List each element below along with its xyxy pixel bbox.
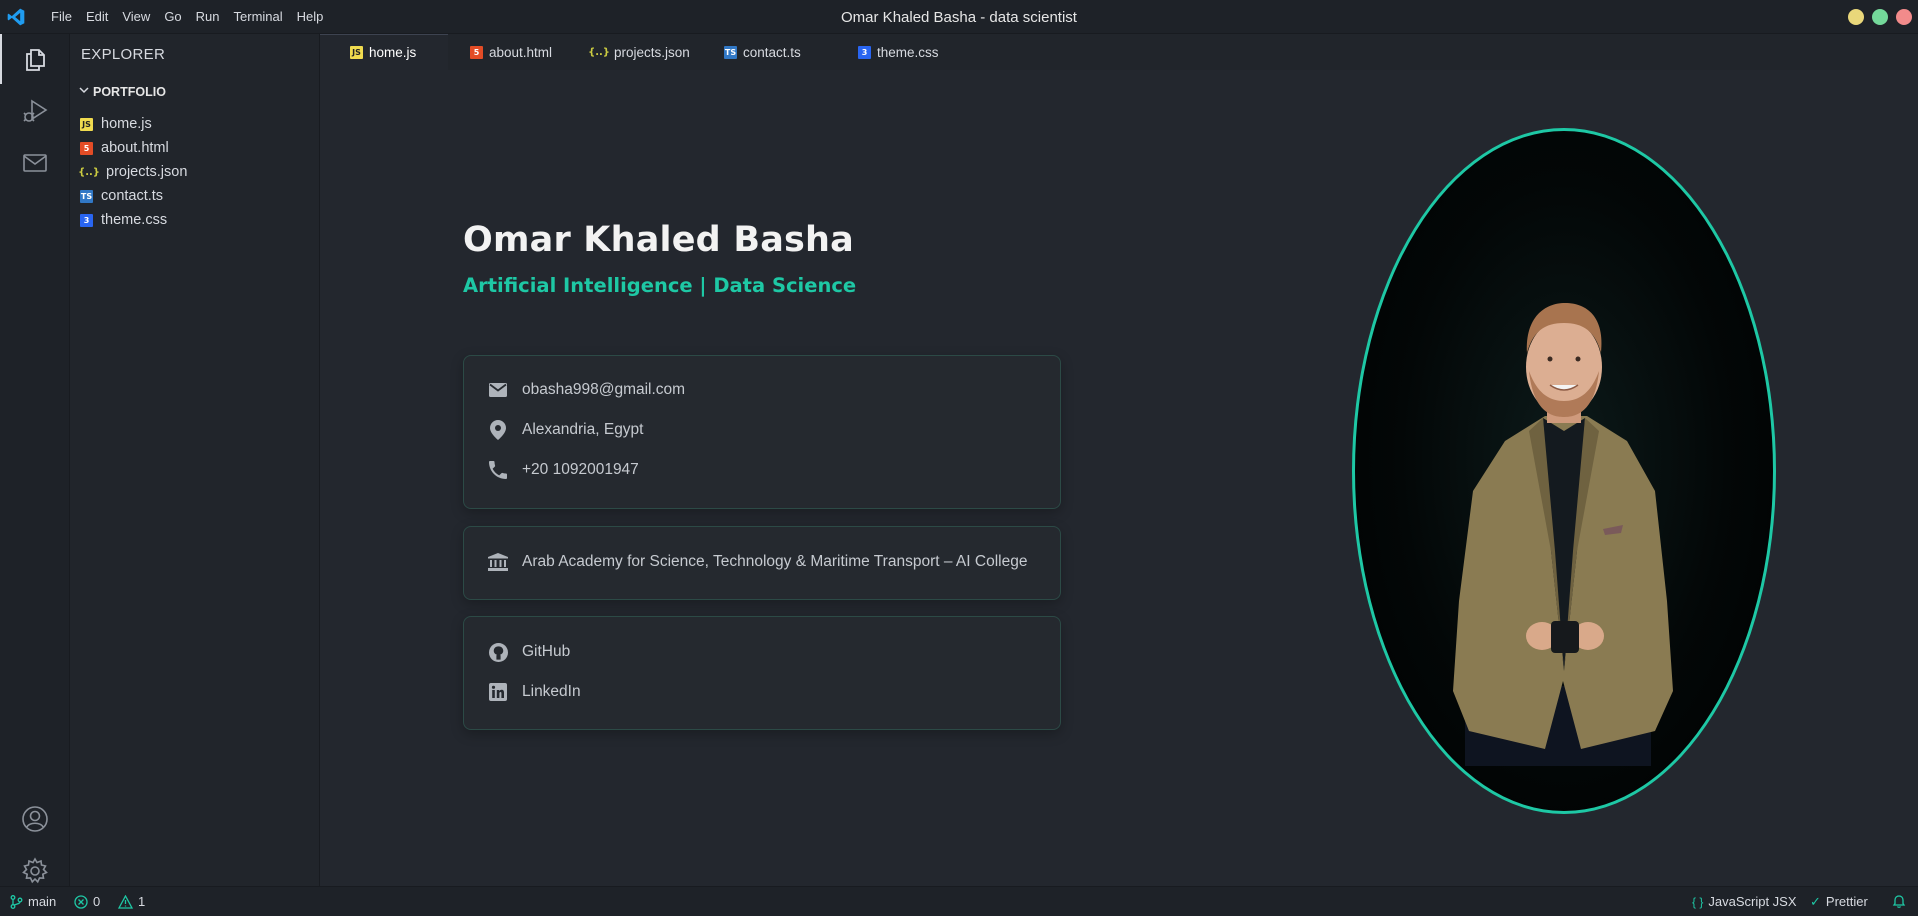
tab-projects-json[interactable]: {..} projects.json (570, 34, 712, 70)
file-label: home.js (101, 116, 152, 132)
chevron-down-icon (78, 84, 90, 99)
contact-card: obasha998@gmail.com Alexandria, Egypt +2… (463, 355, 1061, 509)
location-row: Alexandria, Egypt (488, 420, 644, 440)
folder-label: PORTFOLIO (93, 84, 166, 99)
warnings-count: 1 (138, 894, 146, 909)
maximize-button[interactable] (1872, 9, 1888, 25)
menu-bar: File Edit View Go Run Terminal Help (44, 9, 330, 24)
profile-photo (1352, 128, 1776, 814)
account-icon[interactable] (0, 794, 70, 844)
css-icon: 3 (80, 213, 93, 227)
editor-area: Omar Khaled Basha Artificial Intelligenc… (320, 70, 1918, 886)
phone-icon (488, 460, 508, 480)
tab-label: home.js (369, 45, 417, 60)
location-pin-icon (488, 420, 508, 440)
education-row: Arab Academy for Science, Technology & M… (488, 552, 1027, 572)
js-icon: JS (80, 117, 93, 131)
sidebar-item-theme-css[interactable]: 3 theme.css (80, 208, 187, 232)
links-card: GitHub LinkedIn (463, 616, 1061, 730)
braces-icon: { } (1692, 894, 1704, 909)
files-icon[interactable] (0, 34, 70, 84)
tab-bar: JS home.js 5 about.html {..} projects.js… (320, 34, 1918, 70)
explorer-title: EXPLORER (81, 46, 166, 63)
vscode-logo-icon[interactable] (4, 5, 28, 29)
sidebar-item-projects-json[interactable]: {..} projects.json (78, 160, 188, 184)
mail-icon (488, 380, 508, 400)
tab-label: contact.ts (743, 44, 801, 60)
errors-indicator[interactable]: 0 (74, 894, 100, 909)
branch-label: main (28, 894, 57, 909)
tab-home-js[interactable]: JS home.js (320, 34, 448, 70)
profile-subtitle: Artificial Intelligence | Data Science (463, 274, 857, 297)
education-card: Arab Academy for Science, Technology & M… (463, 526, 1061, 600)
menu-run[interactable]: Run (189, 9, 227, 24)
sidebar-item-home-js[interactable]: JS home.js (80, 112, 187, 136)
run-debug-icon[interactable] (0, 86, 70, 136)
css-icon: 3 (858, 45, 871, 59)
bell-icon[interactable] (1892, 894, 1906, 909)
check-icon: ✓ (1810, 893, 1821, 909)
github-icon (488, 642, 508, 662)
profile-name: Omar Khaled Basha (463, 220, 854, 260)
location-text: Alexandria, Egypt (522, 421, 644, 438)
error-icon (74, 894, 88, 909)
json-icon: {..} (78, 166, 100, 178)
tab-about-html[interactable]: 5 about.html (448, 34, 570, 70)
menu-view[interactable]: View (115, 9, 157, 24)
errors-count: 0 (93, 894, 101, 909)
email-row[interactable]: obasha998@gmail.com (488, 380, 685, 400)
tab-theme-css[interactable]: 3 theme.css (842, 34, 972, 70)
folder-portfolio[interactable]: PORTFOLIO (78, 84, 166, 99)
menu-help[interactable]: Help (290, 9, 331, 24)
status-bar: main 0 1 { } JavaScript JSX ✓ Prettier (0, 886, 1918, 916)
language-label: JavaScript JSX (1708, 894, 1797, 909)
html-icon: 5 (80, 141, 93, 155)
menu-file[interactable]: File (44, 9, 79, 24)
file-label: contact.ts (101, 188, 164, 204)
close-button[interactable] (1896, 9, 1912, 25)
title-bar: File Edit View Go Run Terminal Help Omar… (0, 0, 1918, 34)
tab-label: theme.css (877, 44, 939, 60)
linkedin-icon (488, 682, 508, 702)
json-icon: {..} (588, 46, 610, 58)
menu-go[interactable]: Go (157, 9, 188, 24)
language-mode[interactable]: { } JavaScript JSX (1692, 894, 1797, 909)
person-illustration (1453, 303, 1673, 766)
minimize-button[interactable] (1848, 9, 1864, 25)
explorer-sidebar: EXPLORER PORTFOLIO JS home.js 5 about.ht… (70, 34, 320, 886)
tab-label: about.html (489, 44, 553, 60)
sidebar-item-about-html[interactable]: 5 about.html (80, 136, 187, 160)
html-icon: 5 (470, 45, 483, 59)
phone-text: +20 1092001947 (522, 461, 639, 478)
education-text: Arab Academy for Science, Technology & M… (522, 553, 1028, 570)
university-icon (488, 552, 508, 572)
tab-label: projects.json (614, 44, 690, 60)
branch-indicator[interactable]: main (10, 894, 56, 909)
warning-icon (118, 894, 133, 909)
activity-bar (0, 34, 70, 886)
sidebar-item-contact-ts[interactable]: TS contact.ts (80, 184, 187, 208)
file-label: theme.css (101, 212, 168, 228)
linkedin-link[interactable]: LinkedIn (488, 682, 581, 702)
file-list: JS home.js 5 about.html {..} projects.js… (78, 112, 188, 232)
ts-icon: TS (724, 45, 737, 59)
tab-contact-ts[interactable]: TS contact.ts (712, 34, 842, 70)
window-controls (1848, 9, 1912, 25)
menu-edit[interactable]: Edit (79, 9, 115, 24)
phone-row[interactable]: +20 1092001947 (488, 460, 639, 480)
linkedin-label: LinkedIn (522, 683, 581, 700)
formatter-indicator[interactable]: ✓ Prettier (1810, 894, 1868, 910)
ts-icon: TS (80, 189, 93, 203)
menu-terminal[interactable]: Terminal (227, 9, 290, 24)
js-icon: JS (350, 46, 363, 59)
github-label: GitHub (522, 643, 571, 660)
file-label: about.html (101, 140, 169, 156)
git-branch-icon (10, 894, 23, 909)
mail-icon[interactable] (0, 138, 70, 188)
warnings-indicator[interactable]: 1 (118, 894, 145, 909)
github-link[interactable]: GitHub (488, 642, 570, 662)
email-text: obasha998@gmail.com (522, 381, 686, 398)
file-label: projects.json (106, 164, 188, 180)
formatter-label: Prettier (1825, 894, 1868, 909)
